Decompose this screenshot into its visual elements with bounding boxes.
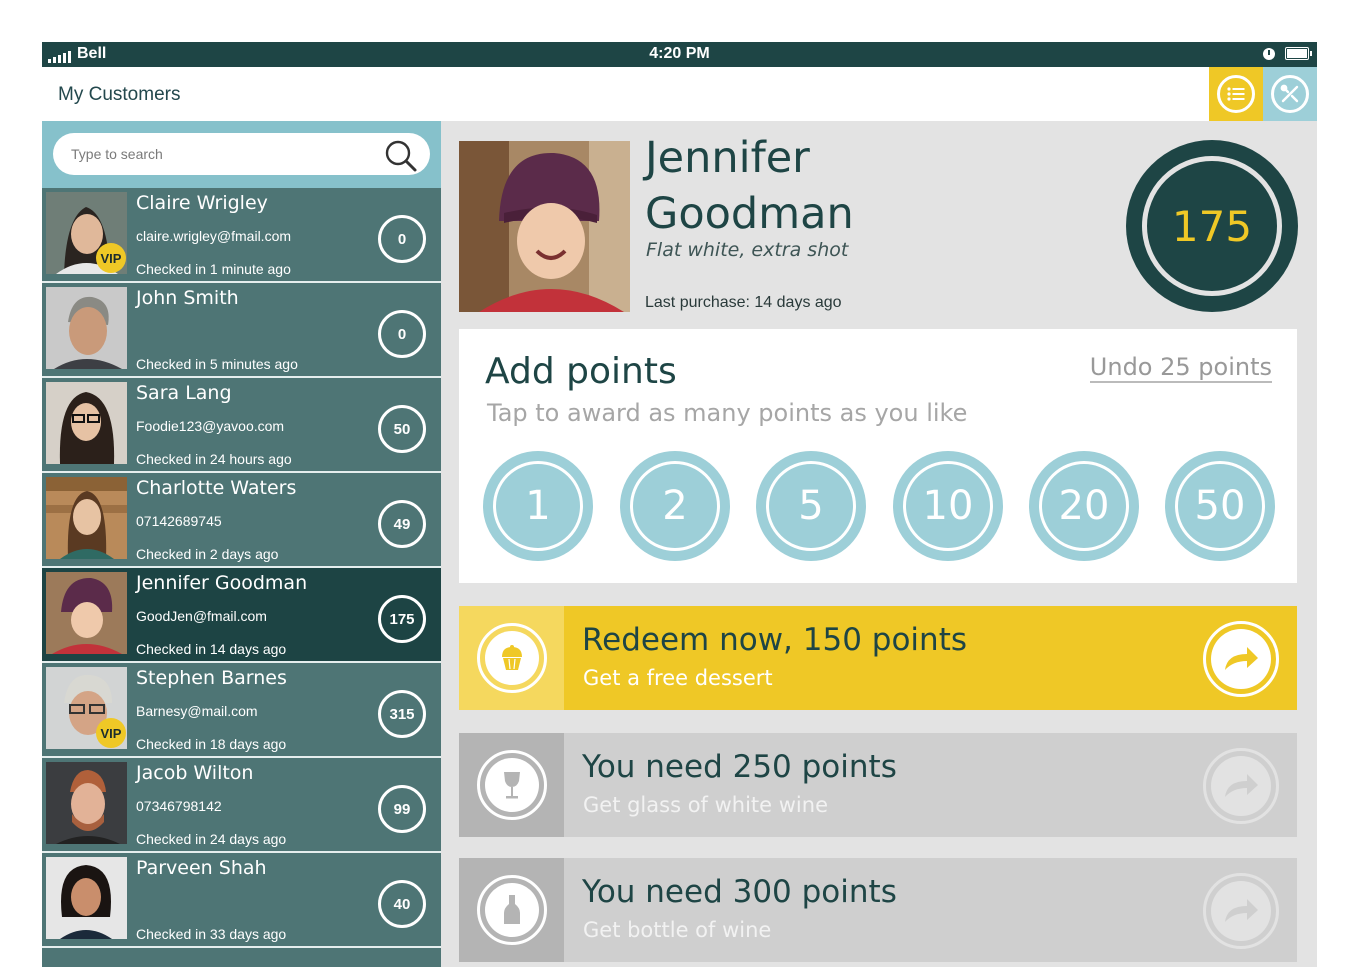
- page-title: My Customers: [58, 84, 181, 105]
- vip-badge: VIP: [96, 718, 126, 748]
- reward-subtitle: Get glass of white wine: [583, 793, 828, 817]
- customer-checkin: Checked in 18 days ago: [136, 736, 287, 752]
- customer-contact: claire.wrigley@fmail.com: [136, 228, 292, 244]
- customer-row[interactable]: Sara Lang Foodie123@yavoo.com Checked in…: [42, 378, 441, 473]
- undo-points-link[interactable]: Undo 25 points: [1089, 353, 1272, 383]
- customer-name: Jacob Wilton: [136, 762, 254, 784]
- tools-button[interactable]: [1263, 67, 1317, 121]
- add-points-panel: Add points Tap to award as many points a…: [459, 329, 1297, 583]
- customer-points: 50: [378, 405, 426, 453]
- customer-name: Claire Wrigley: [136, 192, 268, 214]
- customer-note: Flat white, extra shot: [646, 239, 849, 261]
- reward-title: You need 300 points: [582, 874, 897, 910]
- customer-contact: GoodJen@fmail.com: [136, 608, 267, 624]
- wine-glass-icon: [503, 772, 520, 799]
- tools-icon: [1280, 84, 1299, 103]
- customer-checkin: Checked in 14 days ago: [136, 641, 287, 657]
- arrow-forward-icon: [1225, 899, 1258, 922]
- profile-photo: [459, 141, 630, 312]
- reward-redeem[interactable]: Redeem now, 150 points Get a free desser…: [459, 606, 1297, 710]
- redeem-button[interactable]: [1203, 621, 1279, 697]
- customer-name: Stephen Barnes: [136, 667, 287, 689]
- nav-bar: My Customers: [42, 67, 1317, 121]
- points-balance: 175: [1126, 140, 1298, 312]
- add-points-button[interactable]: 50: [1165, 451, 1275, 561]
- add-points-title: Add points: [485, 351, 677, 392]
- customer-name: Sara Lang: [136, 382, 232, 404]
- alarm-icon: [1263, 47, 1275, 60]
- list-icon: [1227, 87, 1245, 101]
- customer-full-name: Jennifer Goodman: [645, 130, 1045, 242]
- reward-locked: You need 250 points Get glass of white w…: [459, 733, 1297, 837]
- avatar: [46, 572, 127, 654]
- customer-points: 49: [378, 500, 426, 548]
- customer-contact: 07346798142: [136, 798, 222, 814]
- battery-icon: [1285, 47, 1312, 60]
- customer-name: Jennifer Goodman: [136, 572, 308, 594]
- search-input[interactable]: [69, 145, 373, 163]
- app-window: Bell 4:20 PM My Customers Type to search…: [42, 42, 1317, 967]
- avatar: [46, 857, 127, 939]
- points-balance-value: 175: [1171, 201, 1253, 251]
- customer-row[interactable]: VIP Claire Wrigley claire.wrigley@fmail.…: [42, 188, 441, 283]
- reward-title: You need 250 points: [582, 749, 897, 785]
- customer-checkin: Checked in 1 minute ago: [136, 261, 291, 277]
- reward-title: Redeem now, 150 points: [582, 622, 968, 658]
- add-points-button[interactable]: 20: [1029, 451, 1139, 561]
- last-purchase: Last purchase: 14 days ago: [645, 294, 842, 311]
- customer-row[interactable]: Charlotte Waters 07142689745 Checked in …: [42, 473, 441, 568]
- cupcake-icon: [501, 645, 522, 670]
- reward-subtitle: Get a free dessert: [583, 666, 773, 690]
- first-name: Jennifer: [645, 133, 810, 183]
- reward-subtitle: Get bottle of wine: [583, 918, 772, 942]
- customer-points: 40: [378, 880, 426, 928]
- vip-badge: VIP: [96, 243, 126, 273]
- customer-row[interactable]: VIP Stephen Barnes Barnesy@mail.com Chec…: [42, 663, 441, 758]
- list-view-button[interactable]: [1209, 67, 1263, 121]
- add-points-button[interactable]: 5: [756, 451, 866, 561]
- add-points-button[interactable]: 2: [620, 451, 730, 561]
- add-points-subtitle: Tap to award as many points as you like: [487, 399, 968, 427]
- customer-checkin: Checked in 33 days ago: [136, 926, 287, 942]
- avatar: [46, 382, 127, 464]
- customer-contact: Foodie123@yavoo.com: [136, 418, 285, 434]
- search-box: [53, 133, 430, 175]
- redeem-button-disabled: [1203, 873, 1279, 949]
- avatar: [46, 762, 127, 844]
- avatar: [46, 287, 127, 369]
- customer-name: Parveen Shah: [136, 857, 267, 879]
- status-time: 4:20 PM: [649, 45, 710, 62]
- customer-checkin: Checked in 24 days ago: [136, 831, 287, 847]
- customer-checkin: Checked in 24 hours ago: [136, 451, 292, 467]
- customer-points: 99: [378, 785, 426, 833]
- status-right: [1263, 47, 1312, 60]
- status-bar: Bell 4:20 PM: [42, 42, 1317, 67]
- customer-name: Charlotte Waters: [136, 477, 297, 499]
- customer-points: 0: [378, 215, 426, 263]
- customer-points: 315: [378, 690, 426, 738]
- arrow-forward-icon: [1225, 774, 1258, 797]
- reward-locked: You need 300 points Get bottle of wine: [459, 858, 1297, 962]
- customer-sidebar: VIP Claire Wrigley claire.wrigley@fmail.…: [42, 121, 441, 967]
- search-bar: [42, 121, 441, 188]
- add-points-button[interactable]: 1: [483, 451, 593, 561]
- customer-contact: 07142689745: [136, 513, 222, 529]
- customer-checkin: Checked in 2 days ago: [136, 546, 279, 562]
- customer-points: 0: [378, 310, 426, 358]
- wine-bottle-icon: [503, 895, 520, 924]
- add-points-button[interactable]: 10: [893, 451, 1003, 561]
- redeem-button-disabled: [1203, 748, 1279, 824]
- customer-points: 175: [378, 595, 426, 643]
- avatar: [46, 477, 127, 559]
- arrow-forward-icon: [1225, 647, 1258, 670]
- customer-checkin: Checked in 5 minutes ago: [136, 356, 298, 372]
- customer-row[interactable]: Jacob Wilton 07346798142 Checked in 24 d…: [42, 758, 441, 853]
- customer-row[interactable]: Parveen Shah Checked in 33 days ago 40: [42, 853, 441, 948]
- last-name: Goodman: [645, 189, 854, 239]
- search-icon[interactable]: [384, 139, 418, 173]
- customer-name: John Smith: [136, 287, 239, 309]
- customer-row-selected[interactable]: Jennifer Goodman GoodJen@fmail.com Check…: [42, 568, 441, 663]
- customer-row[interactable]: John Smith Checked in 5 minutes ago 0: [42, 283, 441, 378]
- customer-contact: Barnesy@mail.com: [136, 703, 258, 719]
